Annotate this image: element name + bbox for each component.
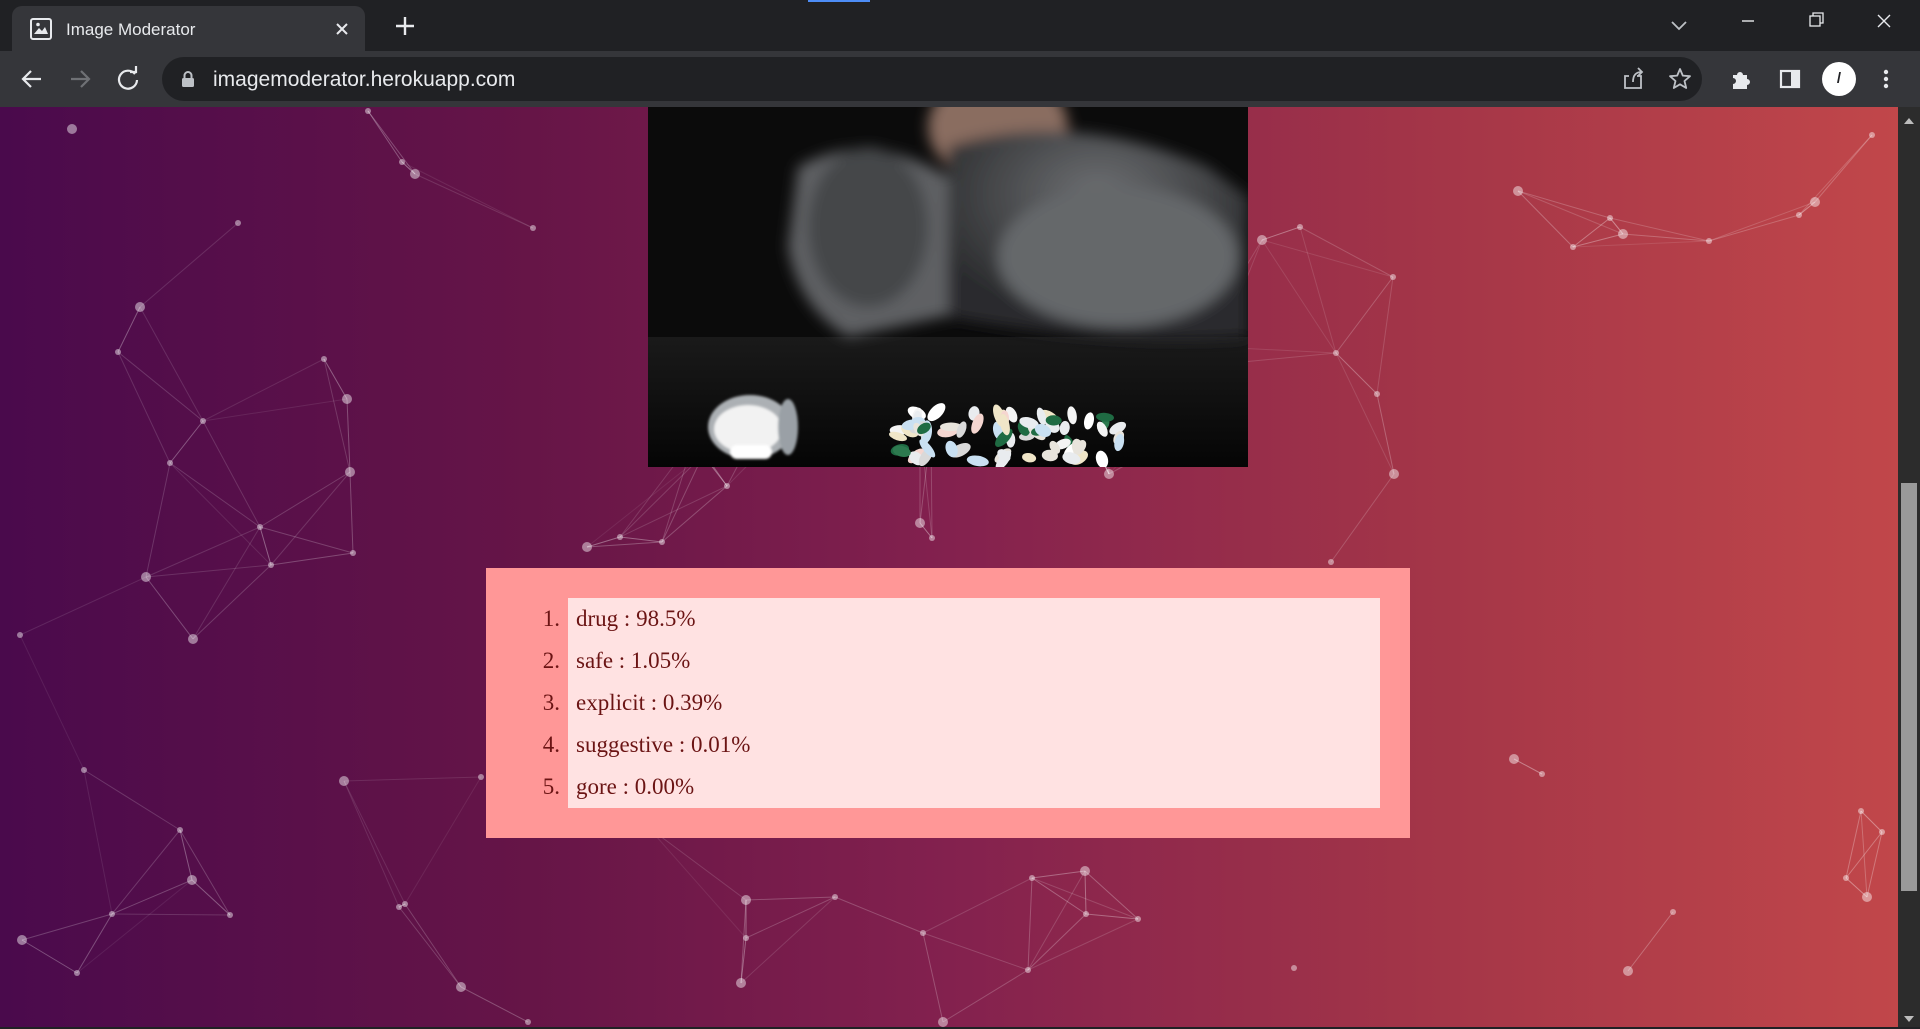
result-score: 0.01%	[691, 732, 751, 757]
page-viewport: 1. drug : 98.5% 2. safe : 1.05% 3. expli…	[0, 107, 1898, 1027]
tab-strip-indicator	[808, 0, 870, 2]
list-item-number: 5.	[542, 774, 560, 799]
result-score: 1.05%	[630, 648, 691, 673]
kebab-menu-icon[interactable]	[1870, 63, 1902, 95]
list-item-number: 1.	[542, 606, 560, 631]
list-item-number: 4.	[542, 732, 560, 757]
lock-icon[interactable]	[180, 70, 196, 88]
forward-arrow-icon	[64, 63, 96, 95]
scroll-down-arrow-icon[interactable]	[1903, 1011, 1915, 1022]
result-score: 98.5%	[636, 606, 696, 631]
close-window-icon[interactable]	[1850, 0, 1918, 42]
back-arrow-icon[interactable]	[16, 63, 48, 95]
browser-tab[interactable]: Image Moderator	[12, 6, 365, 51]
browser-toolbar: imagemoderator.herokuapp.com /	[0, 51, 1920, 107]
tab-title: Image Moderator	[66, 20, 196, 39]
list-item-text: suggestive : 0.01%	[576, 732, 751, 757]
puzzle-icon[interactable]	[1726, 63, 1758, 95]
star-icon[interactable]	[1665, 64, 1695, 94]
scrollbar-thumb[interactable]	[1901, 483, 1917, 891]
list-item: 1. drug : 98.5%	[543, 598, 1380, 640]
results-list: 1. drug : 98.5% 2. safe : 1.05% 3. expli…	[543, 598, 1380, 808]
plus-icon[interactable]	[390, 11, 420, 41]
side-panel-icon[interactable]	[1774, 63, 1806, 95]
list-item: 4. suggestive : 0.01%	[543, 724, 1380, 766]
result-label: explicit	[576, 690, 645, 715]
result-label: gore	[576, 774, 617, 799]
list-item: 2. safe : 1.05%	[543, 640, 1380, 682]
result-score: 0.39%	[662, 690, 723, 715]
list-item: 5. gore : 0.00%	[543, 766, 1380, 808]
result-label: safe	[576, 648, 614, 673]
close-icon[interactable]	[329, 16, 355, 42]
list-item-text: explicit : 0.39%	[576, 690, 723, 715]
chevron-down-icon[interactable]	[1664, 10, 1694, 40]
list-item-number: 2.	[542, 648, 560, 673]
list-item: 3. explicit : 0.39%	[543, 682, 1380, 724]
profile-avatar[interactable]: /	[1822, 62, 1856, 96]
image-icon	[30, 18, 52, 40]
list-item-number: 3.	[542, 690, 560, 715]
share-icon[interactable]	[1618, 64, 1648, 94]
minimize-icon[interactable]	[1714, 0, 1782, 42]
restore-icon[interactable]	[1782, 0, 1850, 42]
results-list-container: 1. drug : 98.5% 2. safe : 1.05% 3. expli…	[543, 598, 1380, 808]
vertical-scrollbar[interactable]	[1898, 107, 1920, 1027]
url-text[interactable]: imagemoderator.herokuapp.com	[213, 68, 515, 92]
address-bar[interactable]: imagemoderator.herokuapp.com	[162, 57, 1702, 101]
tab-strip: Image Moderator	[0, 0, 1920, 51]
uploaded-image	[648, 107, 1248, 467]
result-score: 0.00%	[634, 774, 695, 799]
list-item-text: gore : 0.00%	[576, 774, 695, 799]
results-panel: 1. drug : 98.5% 2. safe : 1.05% 3. expli…	[486, 568, 1410, 838]
scroll-up-arrow-icon[interactable]	[1903, 113, 1915, 124]
result-label: drug	[576, 606, 619, 631]
result-label: suggestive	[576, 732, 674, 757]
reload-icon[interactable]	[112, 63, 144, 95]
list-item-text: safe : 1.05%	[576, 648, 691, 673]
list-item-text: drug : 98.5%	[576, 606, 696, 631]
